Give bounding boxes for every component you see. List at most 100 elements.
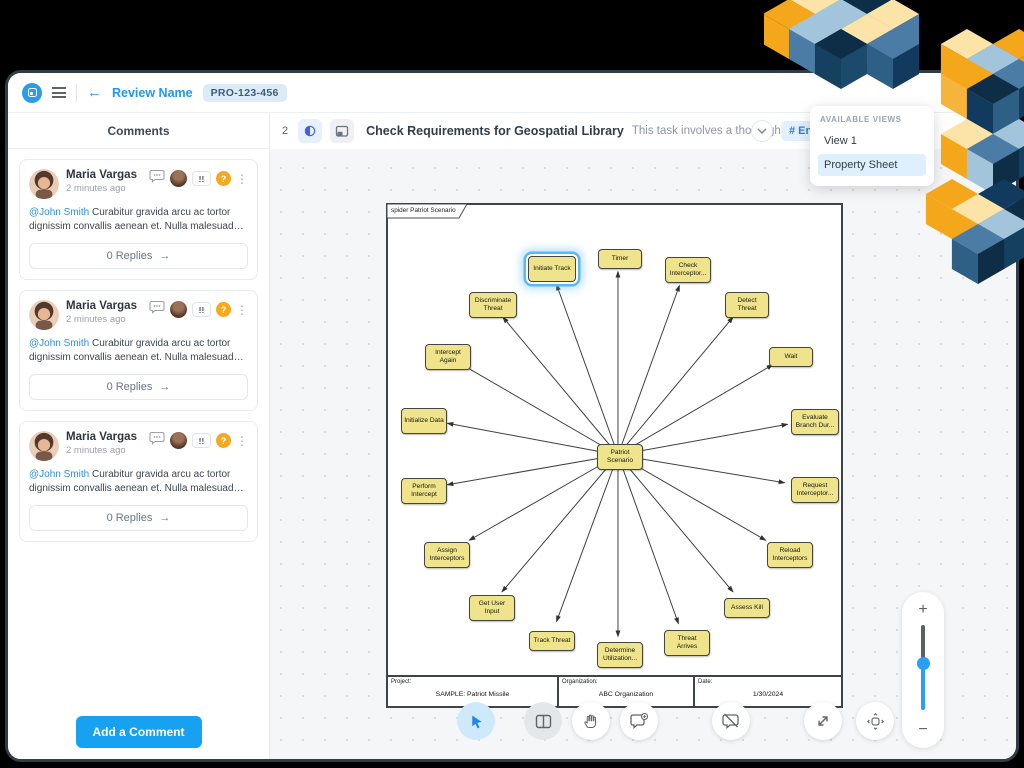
diagram-node[interactable]: Intercept Again	[425, 344, 471, 370]
diagram-node-center[interactable]: Patriot Scenario	[597, 444, 643, 470]
comment-slash-icon	[722, 713, 739, 729]
comment-author: Maria Vargas	[66, 300, 137, 312]
project-label: Project:	[391, 679, 412, 685]
organization-label: Organization:	[562, 679, 598, 685]
more-options-icon[interactable]: ⋮	[236, 435, 248, 447]
contrast-toggle-button[interactable]	[298, 119, 323, 143]
expand-icon	[818, 716, 828, 726]
priority-badge[interactable]: !!	[192, 433, 211, 448]
comment-card: Maria Vargas 2 minutes ago !! ? ⋮ @John …	[19, 159, 258, 280]
fullscreen-button[interactable]	[804, 702, 842, 740]
diagram-node[interactable]: Request Interceptor...	[791, 477, 839, 503]
diagram-titleblock: Project: SAMPLE: Patriot Missile Organiz…	[388, 675, 841, 706]
more-options-icon[interactable]: ⋮	[236, 304, 248, 316]
view-item-property-sheet[interactable]: Property Sheet	[818, 154, 926, 176]
priority-badge[interactable]: !!	[192, 171, 211, 186]
diagram-node[interactable]: Determine Utilization...	[597, 642, 643, 668]
review-name-link[interactable]: Review Name	[112, 86, 193, 100]
diagram-node[interactable]: Initialize Data	[401, 408, 447, 434]
comment-bubble-icon[interactable]	[149, 300, 165, 319]
pan-tool-button[interactable]	[572, 702, 610, 740]
question-badge[interactable]: ?	[216, 171, 231, 186]
more-options-icon[interactable]: ⋮	[236, 173, 248, 185]
comment-bubble-icon[interactable]	[149, 169, 165, 188]
arrow-right-icon: →	[159, 512, 171, 524]
zoom-track-lower	[921, 662, 925, 710]
question-badge[interactable]: ?	[216, 433, 231, 448]
fit-to-view-button[interactable]	[856, 702, 894, 740]
project-value: SAMPLE: Patriot Missile	[435, 691, 510, 698]
hide-comments-button[interactable]	[712, 702, 750, 740]
diagram-node[interactable]: Get User Input	[469, 595, 515, 621]
replies-button[interactable]: 0 Replies →	[29, 505, 248, 531]
comment-timestamp: 2 minutes ago	[66, 313, 126, 325]
available-views-panel: AVAILABLE VIEWS View 1 Property Sheet	[810, 106, 934, 186]
diagram-node-selected[interactable]: Initiate Track	[528, 256, 576, 282]
assignee-avatar[interactable]	[170, 301, 187, 318]
comment-body: @John Smith Curabitur gravida arcu ac to…	[29, 469, 240, 494]
mention-link[interactable]: @John Smith	[29, 469, 89, 480]
diagram-node[interactable]: Evaluate Branch Dur...	[791, 409, 839, 435]
review-id-badge: PRO-123-456	[202, 83, 287, 102]
assignee-avatar[interactable]	[170, 432, 187, 449]
diagram-canvas: spider Patriot Scenario Initiate Track T…	[386, 203, 843, 708]
diagram-node[interactable]: Assign Interceptors	[424, 542, 470, 568]
question-badge[interactable]: ?	[216, 302, 231, 317]
task-title: Check Requirements for Geospatial Librar…	[366, 124, 624, 138]
diagram-node[interactable]: Discriminate Threat	[469, 292, 517, 318]
diagram-title-tab: spider Patriot Scenario	[386, 203, 469, 219]
date-value: 1/30/2024	[752, 691, 784, 698]
assignee-avatar[interactable]	[170, 170, 187, 187]
diagram-node[interactable]: Check Interceptor...	[665, 257, 711, 283]
comment-timestamp: 2 minutes ago	[66, 444, 126, 456]
pointer-icon	[471, 715, 482, 728]
organization-value: ABC Organization	[598, 691, 654, 698]
back-arrow-icon[interactable]: ←	[87, 85, 102, 100]
app-logo[interactable]	[22, 82, 42, 103]
comment-card: Maria Vargas 2 minutes ago !! ? ⋮ @John …	[19, 421, 258, 542]
comment-count: 2	[282, 125, 289, 137]
page: { "window": { "header": { "back_label": …	[0, 0, 1024, 768]
avatar	[29, 431, 59, 461]
diagram-node[interactable]: Threat Arrives	[664, 630, 710, 656]
diagram-node[interactable]: Timer	[598, 249, 642, 269]
zoom-control: + −	[902, 592, 944, 748]
comments-title: Comments	[8, 113, 269, 149]
view-item-view1[interactable]: View 1	[818, 130, 926, 152]
date-label: Date:	[698, 679, 713, 685]
avatar	[29, 169, 59, 199]
mention-link[interactable]: @John Smith	[29, 207, 89, 218]
diagram-node[interactable]: Track Threat	[529, 631, 575, 651]
diagram-node[interactable]: Reload Interceptors	[767, 542, 813, 568]
expand-description-button[interactable]	[751, 120, 773, 142]
hand-icon	[583, 713, 596, 728]
comment-plus-icon	[629, 712, 648, 729]
priority-badge[interactable]: !!	[192, 302, 211, 317]
zoom-slider[interactable]	[916, 625, 930, 715]
avatar	[29, 300, 59, 330]
pointer-tool-button[interactable]	[457, 702, 495, 740]
add-comment-button[interactable]: Add a Comment	[75, 716, 202, 748]
image-overlay-button[interactable]	[330, 119, 355, 143]
diagram-node[interactable]: Detect Threat	[725, 292, 769, 318]
header-divider	[76, 83, 77, 102]
diagram-node[interactable]: Wait	[769, 347, 813, 367]
zoom-out-button[interactable]: −	[918, 722, 927, 738]
zoom-in-button[interactable]: +	[918, 602, 927, 618]
available-views-heading: AVAILABLE VIEWS	[820, 115, 902, 124]
arrow-right-icon: →	[159, 381, 171, 393]
hamburger-menu-icon[interactable]	[52, 87, 66, 98]
comment-body: @John Smith Curabitur gravida arcu ac to…	[29, 207, 240, 232]
app-logo-icon	[27, 88, 37, 97]
diagram-node[interactable]: Assess Kill	[724, 598, 770, 618]
replies-button[interactable]: 0 Replies →	[29, 243, 248, 269]
replies-button[interactable]: 0 Replies →	[29, 374, 248, 400]
add-comment-tool-button[interactable]	[620, 702, 658, 740]
comment-bubble-icon[interactable]	[149, 431, 165, 450]
zoom-slider-handle[interactable]	[916, 656, 930, 670]
diagram-node[interactable]: Perform Intercept	[401, 478, 447, 504]
fit-view-icon	[866, 712, 884, 730]
split-view-button[interactable]	[524, 702, 562, 740]
arrow-right-icon: →	[159, 250, 171, 262]
mention-link[interactable]: @John Smith	[29, 338, 89, 349]
